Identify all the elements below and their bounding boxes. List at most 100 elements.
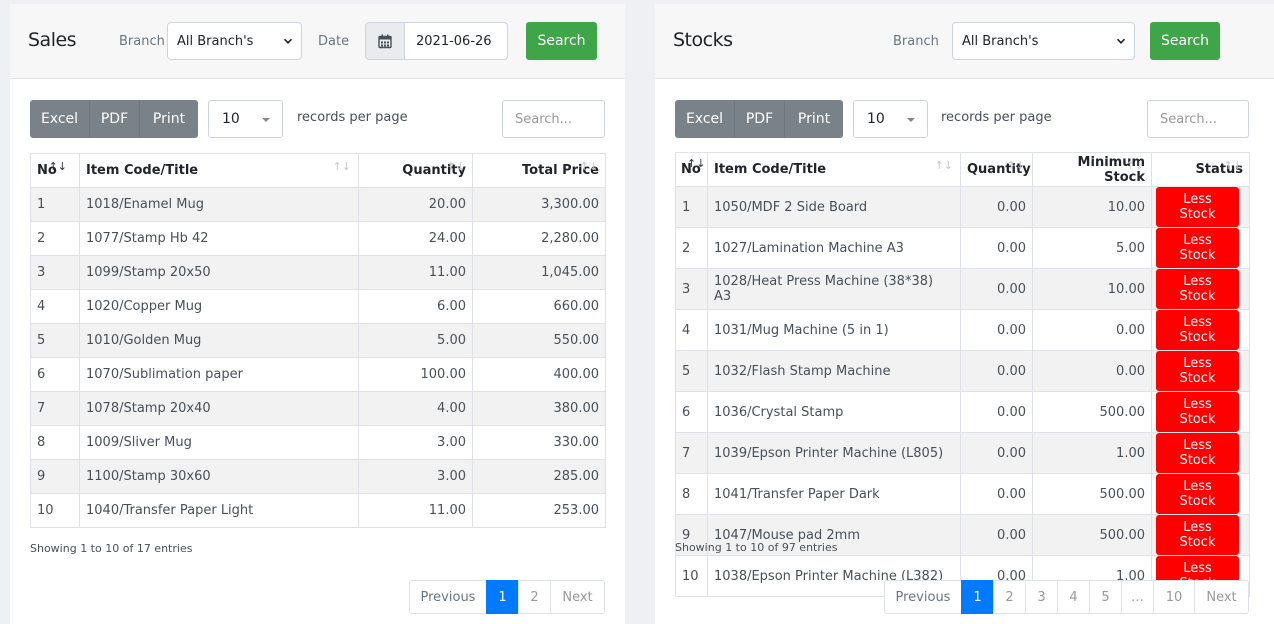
table-row: 5 1010/Golden Mug 5.00 550.00 — [30, 323, 606, 358]
table-cell: 1039/Epson Printer Machine (L805) — [707, 432, 961, 474]
stocks-excel-button[interactable]: Excel — [675, 100, 735, 138]
table-cell: 1031/Mug Machine (5 in 1) — [707, 309, 961, 351]
table-row: 8 1009/Sliver Mug 3.00 330.00 — [30, 425, 606, 460]
table-cell: 11.00 — [358, 255, 473, 290]
stocks-table: No ↑↓ Item Code/Title ↑↓ Quantity ↑↓ Minimu… — [675, 152, 1250, 597]
calendar-icon[interactable] — [365, 22, 405, 60]
stocks-col-status[interactable]: Status ↑↓ — [1151, 152, 1250, 187]
table-row: 8 1041/Transfer Paper Dark 0.00 500.00 Less … — [675, 473, 1250, 515]
stocks-export-buttons: Excel PDF Print — [675, 100, 843, 138]
sort-arrows-icon: ↑↓ — [1006, 159, 1025, 172]
table-cell-status: Less Stock — [1151, 268, 1250, 310]
page-4-button[interactable]: 4 — [1057, 580, 1090, 614]
table-cell: 660.00 — [472, 289, 606, 324]
sort-arrows-icon: ↑↓ — [579, 160, 598, 173]
status-badge: Less Stock — [1156, 269, 1239, 309]
table-cell: 9 — [30, 459, 80, 494]
table-cell: 285.00 — [472, 459, 606, 494]
table-row: 6 1036/Crystal Stamp 0.00 500.00 Less Stock — [675, 391, 1250, 433]
sales-date-input[interactable]: 2021-06-26 — [405, 22, 508, 60]
table-row: 7 1078/Stamp 20x40 4.00 380.00 — [30, 391, 606, 426]
previous-page-button[interactable]: Previous — [884, 580, 962, 614]
table-cell: 2 — [30, 221, 80, 256]
sales-col-quantity[interactable]: Quantity ↑↓ — [358, 153, 473, 188]
table-cell: 24.00 — [358, 221, 473, 256]
table-cell: 3.00 — [358, 459, 473, 494]
stocks-search-input[interactable]: Search... — [1147, 100, 1249, 138]
status-badge: Less Stock — [1156, 515, 1239, 555]
status-badge: Less Stock — [1156, 310, 1239, 350]
table-row: 1 1050/MDF 2 Side Board 0.00 10.00 Less Stoc… — [675, 186, 1250, 228]
page-1-button[interactable]: 1 — [961, 580, 994, 614]
caret-down-icon — [907, 118, 915, 122]
table-row: 4 1031/Mug Machine (5 in 1) 0.00 0.00 Less S… — [675, 309, 1250, 351]
table-cell-status: Less Stock — [1151, 227, 1250, 269]
sales-branch-select[interactable]: All Branch's — [167, 22, 302, 60]
table-row: 3 1028/Heat Press Machine (38*38) A3 0.00 1… — [675, 268, 1250, 310]
sales-page-length-value: 10 — [222, 111, 240, 127]
page-3-button[interactable]: 3 — [1025, 580, 1058, 614]
stocks-branch-select[interactable]: All Branch's — [952, 22, 1135, 60]
sort-arrows-icon: ↑↓ — [446, 160, 465, 173]
next-page-button[interactable]: Next — [1194, 580, 1249, 614]
sales-excel-button[interactable]: Excel — [30, 100, 90, 138]
table-cell: 3 — [30, 255, 80, 290]
stocks-title: Stocks — [673, 29, 733, 51]
table-cell: 0.00 — [960, 309, 1033, 351]
status-badge: Less Stock — [1156, 392, 1239, 432]
sales-search-input[interactable]: Search... — [502, 100, 605, 138]
stocks-col-item[interactable]: Item Code/Title ↑↓ — [707, 152, 961, 187]
stocks-col-no[interactable]: No ↑↓ — [675, 152, 708, 187]
stocks-page-length-select[interactable]: 10 — [853, 100, 928, 138]
sales-col-no[interactable]: No ↑↓ — [30, 153, 80, 188]
chevron-down-icon — [1116, 35, 1126, 49]
sort-arrows-icon: ↑↓ — [687, 157, 706, 170]
table-cell: 1032/Flash Stamp Machine — [707, 350, 961, 392]
page-10-button[interactable]: 10 — [1153, 580, 1195, 614]
sales-col-item[interactable]: Item Code/Title ↑↓ — [79, 153, 359, 188]
table-cell: 1010/Golden Mug — [79, 323, 359, 358]
table-cell: 1 — [675, 186, 708, 228]
table-row: 2 1077/Stamp Hb 42 24.00 2,280.00 — [30, 221, 606, 256]
table-cell: 1100/Stamp 30x60 — [79, 459, 359, 494]
table-cell: 4 — [675, 309, 708, 351]
stocks-search-button[interactable]: Search — [1150, 22, 1220, 60]
stocks-table-header: No ↑↓ Item Code/Title ↑↓ Quantity ↑↓ Minimu… — [675, 152, 1250, 187]
sales-branch-value: All Branch's — [177, 34, 254, 49]
stocks-print-button[interactable]: Print — [785, 100, 843, 138]
page-5-button[interactable]: 5 — [1089, 580, 1122, 614]
sales-search-button[interactable]: Search — [526, 22, 597, 60]
stocks-pdf-button[interactable]: PDF — [735, 100, 785, 138]
status-badge: Less Stock — [1156, 474, 1239, 514]
table-row: 9 1100/Stamp 30x60 3.00 285.00 — [30, 459, 606, 494]
stocks-card: Stocks Branch All Branch's Search Excel … — [655, 4, 1274, 624]
sales-pdf-button[interactable]: PDF — [90, 100, 140, 138]
page-2-button[interactable]: 2 — [518, 580, 551, 614]
table-cell: 100.00 — [358, 357, 473, 392]
table-cell: 1009/Sliver Mug — [79, 425, 359, 460]
sales-export-buttons: Excel PDF Print — [30, 100, 198, 138]
table-cell: 11.00 — [358, 493, 473, 528]
page-2-button[interactable]: 2 — [993, 580, 1026, 614]
sales-print-button[interactable]: Print — [140, 100, 198, 138]
table-cell: 2 — [675, 227, 708, 269]
stocks-col-minimum-stock[interactable]: Minimum Stock ↑↓ — [1032, 152, 1152, 187]
sales-page-length-select[interactable]: 10 — [208, 100, 283, 138]
next-page-button[interactable]: Next — [550, 580, 605, 614]
table-cell: 4.00 — [358, 391, 473, 426]
sales-table-header: No ↑↓ Item Code/Title ↑↓ Quantity ↑↓ Total … — [30, 153, 606, 188]
table-cell: 0.00 — [960, 514, 1033, 556]
sales-date-picker[interactable]: 2021-06-26 — [365, 22, 508, 60]
stocks-col-quantity[interactable]: Quantity ↑↓ — [960, 152, 1033, 187]
table-cell: 0.00 — [1032, 309, 1152, 351]
page-1-button[interactable]: 1 — [486, 580, 519, 614]
table-row: 10 1040/Transfer Paper Light 11.00 253.00 — [30, 493, 606, 528]
table-cell: 10.00 — [1032, 186, 1152, 228]
table-cell: 550.00 — [472, 323, 606, 358]
stocks-pagination: Previous 1 2 3 4 5… 10 Next — [884, 580, 1249, 614]
table-cell: 6 — [675, 391, 708, 433]
table-cell: 1020/Copper Mug — [79, 289, 359, 324]
previous-page-button[interactable]: Previous — [409, 580, 487, 614]
table-cell: 1027/Lamination Machine A3 — [707, 227, 961, 269]
sales-col-total-price[interactable]: Total Price ↑↓ — [472, 153, 606, 188]
